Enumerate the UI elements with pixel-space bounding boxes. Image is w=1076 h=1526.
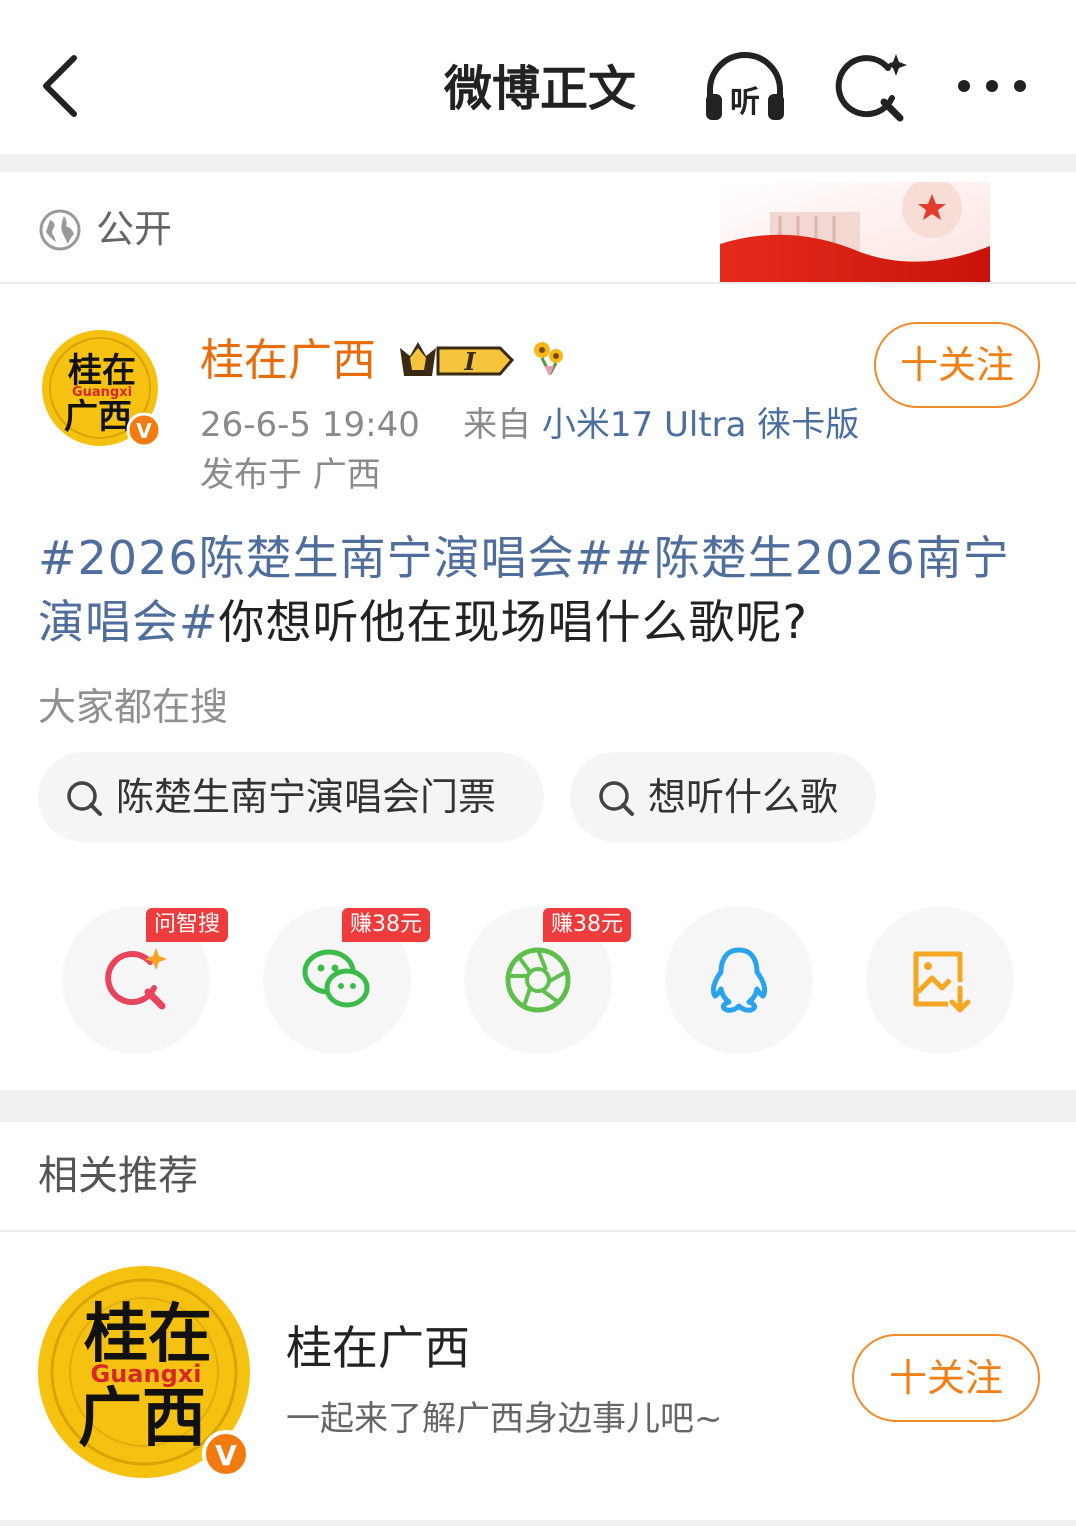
author-name[interactable]: 桂在广西 bbox=[200, 332, 376, 390]
back-button[interactable] bbox=[28, 48, 98, 124]
post-location: 发布于 广西 bbox=[200, 455, 381, 495]
share-save-image-button[interactable] bbox=[866, 906, 1014, 1054]
listen-label: 听 bbox=[730, 85, 760, 120]
visibility-label: 公开 bbox=[96, 207, 173, 251]
hot-search-chip[interactable]: 陈楚生南宁演唱会门票 bbox=[38, 752, 544, 842]
wechat-icon bbox=[302, 949, 370, 1008]
sparkle-search-icon bbox=[835, 54, 907, 122]
visibility-row: 公开 bbox=[0, 172, 1076, 284]
share-qq-button[interactable] bbox=[665, 906, 813, 1054]
festival-banner-image bbox=[720, 182, 990, 282]
share-tag-moments: 赚38元 bbox=[543, 908, 631, 942]
recommend-name[interactable]: 桂在广西 bbox=[286, 1318, 470, 1378]
hot-search-label: 大家都在搜 bbox=[38, 685, 229, 729]
logo-avatar-image: 桂在 Guangxi 广西 V bbox=[38, 1266, 250, 1478]
section-divider bbox=[0, 154, 1076, 172]
post-meta: 26-6-5 19:40 来自 小米17 Ultra 徕卡版 bbox=[200, 400, 859, 450]
search-icon bbox=[67, 781, 102, 816]
follow-button[interactable]: 十关注 bbox=[874, 322, 1040, 408]
search-icon bbox=[599, 781, 634, 816]
share-tag-wechat: 赚38元 bbox=[342, 908, 430, 942]
post-text: #2026陈楚生南宁演唱会##陈楚生2026南宁演唱会#你想听他在现场唱什么歌呢… bbox=[38, 526, 1048, 654]
listen-button[interactable]: 听 bbox=[700, 46, 790, 130]
topic-tag[interactable]: #2026陈楚生南宁演唱会# bbox=[38, 531, 614, 585]
recommend-title: 相关推荐 bbox=[38, 1153, 198, 1199]
divider bbox=[0, 1230, 1076, 1232]
badge-level: I bbox=[463, 347, 476, 376]
avatar-text-bottom: 广西 bbox=[64, 397, 132, 437]
hot-search-chip[interactable]: 想听什么歌 bbox=[570, 752, 876, 842]
recommend-description: 一起来了解广西身边事儿吧~ bbox=[286, 1399, 723, 1439]
crown-membership-badge-icon[interactable]: I bbox=[396, 338, 514, 382]
section-divider bbox=[0, 1090, 1076, 1122]
qq-penguin-icon bbox=[710, 947, 768, 1013]
recommend-avatar[interactable]: 桂在 Guangxi 广西 V bbox=[36, 1264, 256, 1484]
more-button[interactable] bbox=[946, 46, 1036, 130]
post-timestamp: 26-6-5 19:40 bbox=[200, 405, 420, 445]
author-avatar[interactable]: 桂在 Guangxi 广西 V bbox=[40, 328, 162, 448]
post-source[interactable]: 小米17 Ultra 徕卡版 bbox=[542, 405, 859, 445]
share-tag-ai-search: 问智搜 bbox=[146, 908, 229, 942]
recommend-follow-button[interactable]: 十关注 bbox=[852, 1334, 1040, 1422]
bottom-divider bbox=[0, 1520, 1076, 1526]
chevron-left-icon bbox=[43, 55, 77, 117]
chip-label: 陈楚生南宁演唱会门票 bbox=[116, 775, 497, 819]
save-image-icon bbox=[913, 951, 971, 1013]
page-title: 微博正文 bbox=[443, 61, 636, 117]
sunflower-icon bbox=[534, 342, 563, 376]
post-body: 你想听他在现场唱什么歌呢? bbox=[218, 595, 808, 649]
globe-icon bbox=[39, 209, 81, 251]
headphones-icon: 听 bbox=[706, 52, 784, 120]
logo-avatar-image: 桂在 Guangxi 广西 V bbox=[42, 330, 162, 448]
ai-search-button[interactable] bbox=[826, 46, 916, 130]
verified-mark: V bbox=[215, 1439, 237, 1472]
source-prefix: 来自 bbox=[463, 405, 532, 445]
more-dots-icon bbox=[958, 80, 1026, 92]
verified-mark: V bbox=[136, 419, 152, 443]
chip-label: 想听什么歌 bbox=[648, 775, 839, 819]
ai-search-icon bbox=[105, 948, 167, 1010]
moments-aperture-icon bbox=[505, 947, 571, 1013]
avatar-text-bottom: 广西 bbox=[78, 1382, 206, 1456]
top-bar: 微博正文 听 bbox=[0, 0, 1076, 154]
